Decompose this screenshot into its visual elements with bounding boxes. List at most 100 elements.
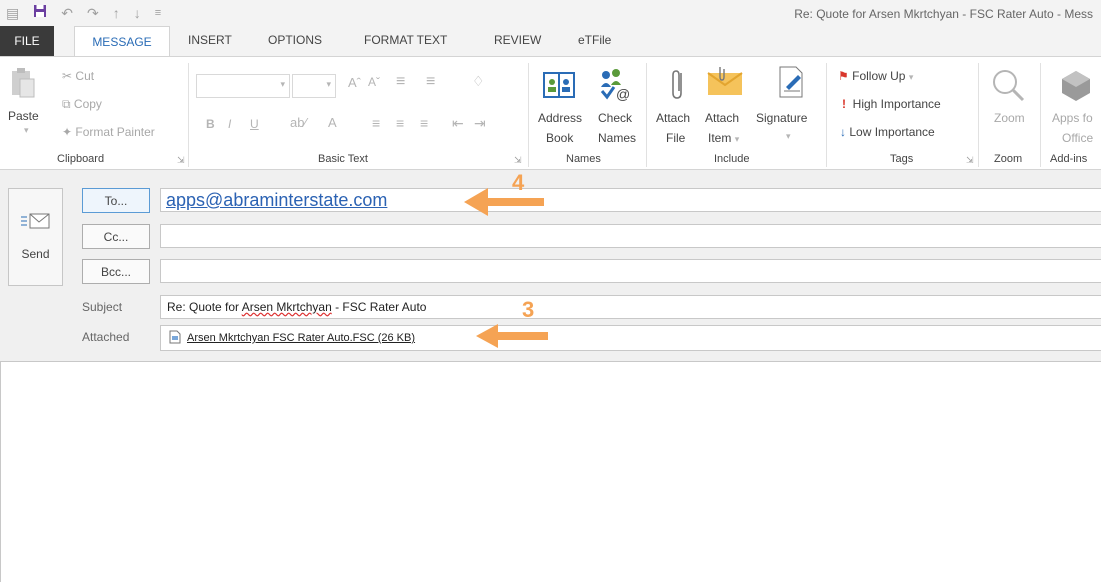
- attached-label: Attached: [82, 330, 130, 344]
- shrink-font-icon[interactable]: Aˇ: [368, 75, 380, 89]
- chevron-down-icon: ▾: [326, 79, 331, 89]
- tab-message[interactable]: MESSAGE: [74, 26, 170, 56]
- next-item-icon[interactable]: ↓: [134, 5, 141, 21]
- tab-file[interactable]: FILE: [0, 26, 54, 56]
- bold-button[interactable]: B: [206, 117, 215, 131]
- high-importance-button[interactable]: ! High Importance: [842, 97, 941, 111]
- apps-for-office-button[interactable]: Apps fo: [1052, 111, 1093, 125]
- tab-review[interactable]: REVIEW: [494, 33, 541, 47]
- svg-text:@: @: [616, 86, 630, 101]
- attach-file-button-line2[interactable]: File: [666, 131, 685, 145]
- names-label: Names: [566, 153, 601, 165]
- font-color-icon[interactable]: A: [328, 115, 337, 130]
- window-title: Re: Quote for Arsen Mkrtchyan - FSC Rate…: [794, 7, 1093, 21]
- clipboard-launcher-icon[interactable]: ⇲: [177, 155, 185, 166]
- paste-icon[interactable]: [10, 67, 36, 106]
- signature-dropdown-icon[interactable]: ▾: [786, 131, 791, 142]
- tab-options[interactable]: OPTIONS: [268, 33, 322, 47]
- address-book-icon[interactable]: [543, 71, 575, 104]
- apps-for-office-icon[interactable]: [1060, 69, 1092, 106]
- flag-icon: ⚑: [838, 69, 849, 83]
- attach-item-label: Item: [708, 131, 732, 145]
- attachment-link[interactable]: Arsen Mkrtchyan FSC Rater Auto.FSC (26 K…: [187, 332, 415, 344]
- send-icon: [21, 211, 51, 236]
- file-icon: [169, 330, 181, 349]
- divider: [188, 63, 189, 167]
- low-importance-button[interactable]: ↓ Low Importance: [840, 125, 935, 139]
- tab-format-text[interactable]: FORMAT TEXT: [364, 33, 447, 47]
- paste-button[interactable]: Paste: [8, 109, 39, 123]
- cc-field[interactable]: [160, 224, 1101, 248]
- attach-item-button[interactable]: Attach: [705, 111, 739, 125]
- check-names-icon[interactable]: @: [598, 67, 632, 106]
- attach-item-icon[interactable]: [706, 65, 746, 102]
- align-center-icon[interactable]: ≡: [396, 115, 404, 131]
- paperclip-icon[interactable]: [670, 67, 686, 106]
- exclamation-icon: !: [842, 97, 846, 111]
- clipboard-label: Clipboard: [57, 153, 105, 165]
- clear-formatting-icon[interactable]: ♢: [472, 73, 485, 90]
- signature-icon[interactable]: [776, 65, 806, 104]
- basic-text-label: Basic Text: [318, 153, 368, 165]
- attach-file-button[interactable]: Attach: [656, 111, 690, 125]
- bcc-button[interactable]: Bcc...: [82, 259, 150, 284]
- ribbon: Paste ▾ ✂ Cut ⧉ Copy ✦ Format Painter Cl…: [0, 56, 1101, 170]
- address-book-button[interactable]: Address: [538, 111, 582, 125]
- italic-button[interactable]: I: [228, 117, 231, 131]
- address-book-button-line2[interactable]: Book: [546, 131, 573, 145]
- send-button[interactable]: Send: [8, 188, 63, 286]
- to-button[interactable]: To...: [82, 188, 150, 213]
- subject-suffix: - FSC Rater Auto: [331, 300, 427, 314]
- increase-indent-icon[interactable]: ⇥: [474, 115, 486, 132]
- tags-launcher-icon[interactable]: ⇲: [966, 155, 974, 166]
- copy-icon: ⧉: [62, 97, 71, 111]
- undo-icon[interactable]: ↶: [61, 5, 73, 21]
- paste-dropdown-icon[interactable]: ▾: [24, 125, 29, 136]
- font-size-select[interactable]: ▾: [292, 74, 336, 98]
- underline-button[interactable]: U: [250, 117, 259, 131]
- customize-toolbar-icon[interactable]: ≡: [155, 5, 161, 21]
- align-right-icon[interactable]: ≡: [420, 115, 428, 131]
- high-importance-label: High Importance: [852, 97, 941, 111]
- basic-text-launcher-icon[interactable]: ⇲: [514, 155, 522, 166]
- decrease-indent-icon[interactable]: ⇤: [452, 115, 464, 132]
- copy-button[interactable]: ⧉ Copy: [62, 97, 102, 112]
- check-names-button-line2[interactable]: Names: [598, 131, 636, 145]
- tab-etfile[interactable]: eTFile: [578, 33, 611, 47]
- highlight-icon[interactable]: ab⁄: [290, 115, 307, 130]
- bcc-field[interactable]: [160, 259, 1101, 283]
- format-painter-button[interactable]: ✦ Format Painter: [62, 125, 155, 139]
- follow-up-button[interactable]: ⚑ Follow Up ▾: [838, 69, 913, 83]
- ribbon-tabs: FILE MESSAGE INSERT OPTIONS FORMAT TEXT …: [0, 26, 1101, 56]
- to-field[interactable]: apps@abraminterstate.com: [160, 188, 1101, 212]
- title-bar: ▤ ↶ ↷ ↑ ↓ ≡ Re: Quote for Arsen Mkrtchya…: [0, 0, 1101, 26]
- grow-font-icon[interactable]: Aˆ: [348, 75, 361, 90]
- bullets-icon[interactable]: ≡: [396, 73, 405, 91]
- divider: [1040, 63, 1041, 167]
- font-name-select[interactable]: ▾: [196, 74, 290, 98]
- zoom-button[interactable]: Zoom: [994, 111, 1025, 125]
- annotation-number-3: 3: [522, 297, 535, 322]
- to-recipient[interactable]: apps@abraminterstate.com: [166, 189, 387, 211]
- message-body[interactable]: [0, 362, 1101, 582]
- addins-label: Add-ins: [1050, 153, 1088, 165]
- cut-button[interactable]: ✂ Cut: [62, 69, 94, 83]
- redo-icon[interactable]: ↷: [87, 5, 99, 21]
- signature-button[interactable]: Signature: [756, 111, 807, 125]
- window-menu-icon[interactable]: ▤: [6, 5, 19, 21]
- down-arrow-icon: ↓: [840, 125, 846, 139]
- check-names-button[interactable]: Check: [598, 111, 632, 125]
- brush-icon: ✦: [62, 125, 73, 139]
- cc-button[interactable]: Cc...: [82, 224, 150, 249]
- tab-insert[interactable]: INSERT: [188, 33, 232, 47]
- save-icon[interactable]: [33, 4, 47, 21]
- magnifier-icon[interactable]: [990, 67, 1026, 108]
- attach-item-button-line2[interactable]: Item ▾: [708, 131, 739, 145]
- previous-item-icon[interactable]: ↑: [113, 5, 120, 21]
- copy-label: Copy: [73, 97, 102, 111]
- chevron-down-icon: ▾: [280, 79, 285, 89]
- align-left-icon[interactable]: ≡: [372, 115, 380, 131]
- subject-field[interactable]: Re: Quote for Arsen Mkrtchyan - FSC Rate…: [160, 295, 1101, 319]
- numbering-icon[interactable]: ≡: [426, 73, 435, 91]
- apps-for-office-button-line2[interactable]: Office: [1062, 131, 1093, 145]
